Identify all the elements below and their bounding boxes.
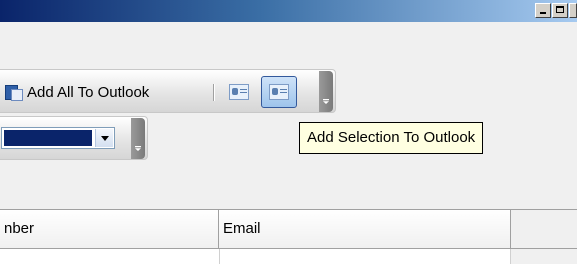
grid-empty-area (511, 249, 577, 264)
overflow-grip-icon[interactable] (131, 118, 145, 159)
tooltip: Add Selection To Outlook (299, 122, 484, 154)
filter-toolbar (0, 116, 148, 160)
cell-divider (219, 249, 220, 264)
column-header-email[interactable]: Email (219, 210, 511, 248)
overflow-grip-icon[interactable] (319, 71, 333, 112)
window-controls (535, 3, 577, 18)
minimize-button[interactable] (535, 3, 551, 18)
add-selection-to-outlook-button[interactable] (261, 76, 297, 108)
contact-card-icon[interactable] (229, 84, 249, 100)
combobox-selected-value (4, 130, 92, 146)
outlook-add-all-icon (5, 83, 23, 101)
outlook-toolbar: Add All To Outlook (0, 69, 336, 113)
add-all-to-outlook-button[interactable]: Add All To Outlook (5, 80, 149, 104)
maximize-button[interactable] (552, 3, 568, 18)
add-all-label: Add All To Outlook (27, 83, 150, 101)
toolbar-separator (213, 84, 215, 101)
selection-combobox[interactable] (1, 127, 115, 149)
dropdown-arrow-icon[interactable] (95, 129, 113, 147)
grid-header: nber Email (0, 209, 577, 249)
grid-body (0, 249, 577, 264)
column-header-number[interactable]: nber (0, 210, 219, 248)
add-selection-icon (269, 84, 289, 100)
window-title-bar (0, 0, 577, 22)
close-button[interactable] (569, 3, 577, 18)
